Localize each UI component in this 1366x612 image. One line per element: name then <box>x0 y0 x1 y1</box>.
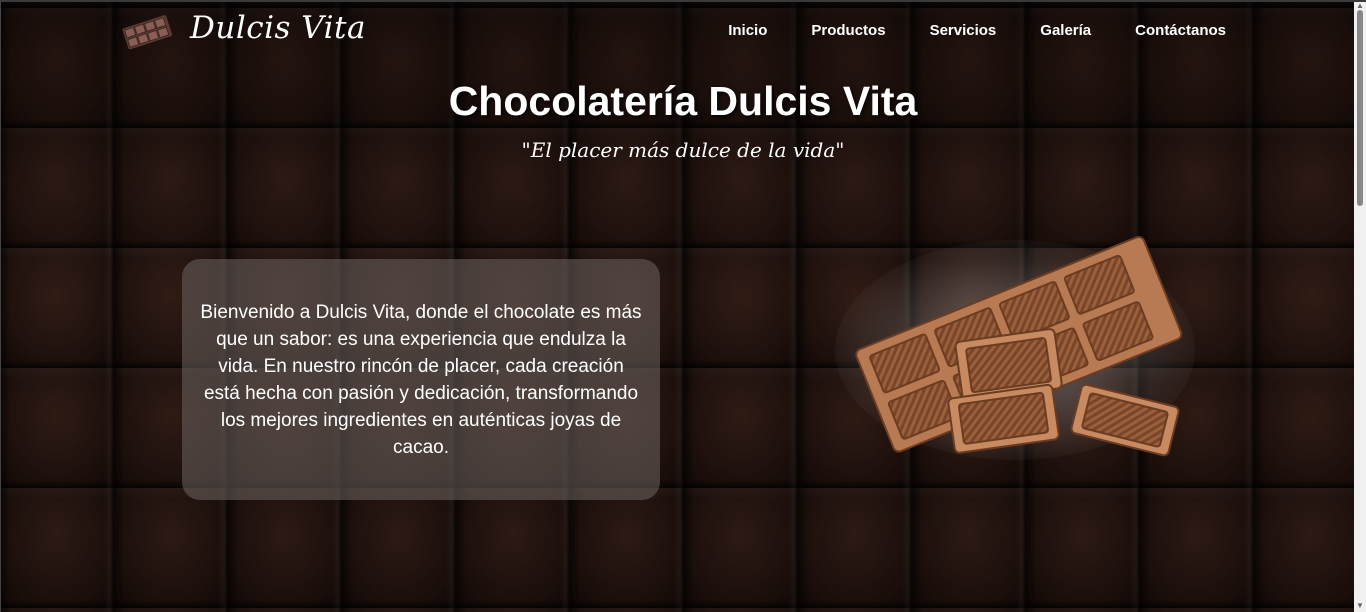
chocolate-bar-icon[interactable] <box>120 13 176 49</box>
welcome-card: Bienvenido a Dulcis Vita, donde el choco… <box>182 259 660 500</box>
welcome-text: Bienvenido a Dulcis Vita, donde el choco… <box>200 302 642 458</box>
nav-link-galeria[interactable]: Galería <box>1040 22 1091 39</box>
nav-links: Inicio Productos Servicios Galería Contá… <box>684 22 1226 39</box>
scroll-down-icon[interactable]: ▼ <box>1355 601 1365 611</box>
page-tagline: "El placer más dulce de la vida" <box>521 138 845 162</box>
nav-link-contactanos[interactable]: Contáctanos <box>1135 22 1226 39</box>
scroll-thumb[interactable] <box>1357 10 1363 206</box>
nav-link-servicios[interactable]: Servicios <box>930 22 997 39</box>
nav-link-productos[interactable]: Productos <box>811 22 885 39</box>
nav-link-inicio[interactable]: Inicio <box>728 22 767 39</box>
page-title: Chocolatería Dulcis Vita <box>448 78 918 124</box>
milk-chocolate-bar-image <box>835 236 1195 460</box>
brand-name[interactable]: Dulcis Vita <box>190 10 366 46</box>
top-navbar: Dulcis Vita Inicio Productos Servicios G… <box>0 0 1354 64</box>
page-scrollbar[interactable]: ▲ ▼ <box>1354 0 1366 612</box>
